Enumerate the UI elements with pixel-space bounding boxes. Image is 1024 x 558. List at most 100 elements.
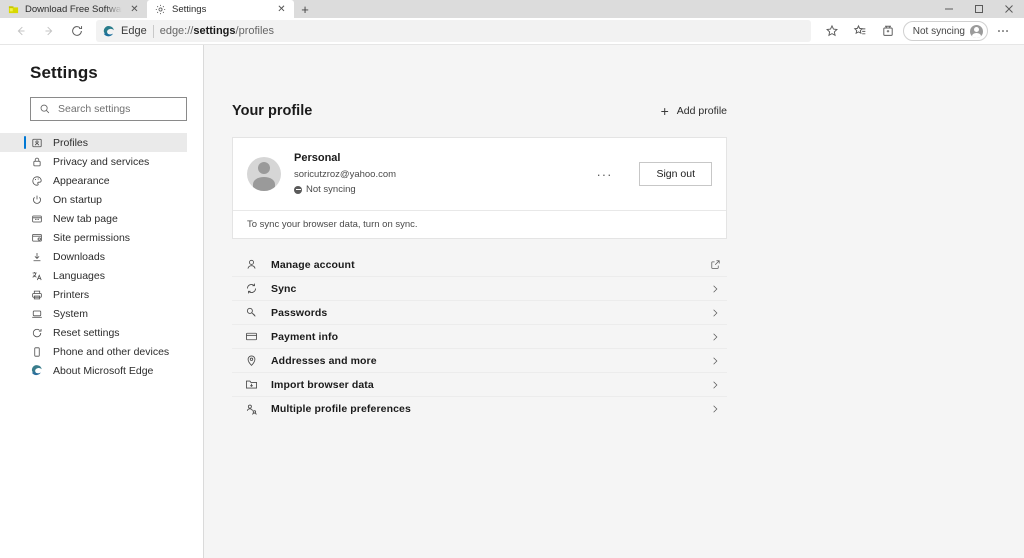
- sidebar-item-system[interactable]: System: [0, 304, 187, 323]
- add-profile-label: Add profile: [676, 105, 727, 117]
- url-host: settings: [193, 25, 236, 37]
- settings-page: Settings Search settings Profiles Privac…: [0, 45, 1024, 558]
- edge-label: Edge: [121, 25, 147, 37]
- sidebar-item-about-microsoft-edge[interactable]: About Microsoft Edge: [0, 361, 187, 380]
- palette-icon: [30, 174, 43, 187]
- sidebar-item-profiles[interactable]: Profiles: [0, 133, 187, 152]
- search-input[interactable]: Search settings: [30, 97, 187, 121]
- profile-card-icon: [30, 136, 43, 149]
- add-profile-button[interactable]: + Add profile: [661, 104, 727, 118]
- status-badge: Not syncing: [294, 182, 569, 197]
- profile-name: Personal: [294, 152, 341, 164]
- window-controls: [934, 0, 1024, 18]
- list-item-label: Passwords: [271, 306, 328, 319]
- search-placeholder: Search settings: [58, 103, 131, 115]
- sync-icon: [244, 282, 258, 296]
- star-icon[interactable]: [819, 20, 845, 42]
- close-icon[interactable]: ✕: [128, 3, 141, 16]
- content-header: Your profile + Add profile: [232, 103, 727, 119]
- chevron-right-icon: [707, 378, 723, 392]
- sidebar-item-reset-settings[interactable]: Reset settings: [0, 323, 187, 342]
- import-folder-icon: [244, 378, 258, 392]
- ellipsis-icon[interactable]: [990, 20, 1016, 42]
- sync-status-label: Not syncing: [306, 184, 356, 196]
- folder-icon: [8, 4, 19, 15]
- omnibox-divider: [152, 24, 154, 38]
- collections-icon[interactable]: [875, 20, 901, 42]
- person-icon: [244, 258, 258, 272]
- page-title: Settings: [30, 63, 98, 82]
- chevron-right-icon: [707, 330, 723, 344]
- sidebar-item-label: About Microsoft Edge: [53, 364, 154, 377]
- list-item-payment-info[interactable]: Payment info: [232, 325, 727, 350]
- sign-out-button[interactable]: Sign out: [639, 162, 712, 187]
- tab-strip: Download Free Software for Wi ✕ Settings…: [0, 0, 1024, 18]
- url-text: edge://settings/profiles: [160, 25, 274, 37]
- section-title: Your profile: [232, 103, 313, 119]
- profile-sync-pill[interactable]: Not syncing: [902, 21, 988, 41]
- sidebar-item-on-startup[interactable]: On startup: [0, 190, 187, 209]
- lock-icon: [30, 155, 43, 168]
- avatar: [247, 157, 281, 192]
- external-link-icon: [707, 258, 723, 272]
- close-button[interactable]: [994, 0, 1024, 18]
- list-item-label: Addresses and more: [271, 354, 377, 367]
- settings-sidebar: Settings Search settings Profiles Privac…: [0, 45, 204, 558]
- list-item-passwords[interactable]: Passwords: [232, 301, 727, 326]
- sidebar-item-printers[interactable]: Printers: [0, 285, 187, 304]
- minimize-button[interactable]: [934, 0, 964, 18]
- sidebar-item-label: Reset settings: [53, 326, 120, 339]
- sidebar-item-label: New tab page: [53, 212, 118, 225]
- list-item-sync[interactable]: Sync: [232, 277, 727, 302]
- sidebar-item-label: On startup: [53, 193, 103, 206]
- profile-card-body: Personal soricutzroz@yahoo.com Not synci…: [233, 138, 726, 210]
- list-item-multiple-profile-preferences[interactable]: Multiple profile preferences: [232, 397, 727, 421]
- avatar: [970, 24, 983, 38]
- list-item-addresses-and-more[interactable]: Addresses and more: [232, 349, 727, 374]
- site-permissions-icon: [30, 231, 43, 244]
- sidebar-item-label: Privacy and services: [53, 155, 150, 168]
- sidebar-item-label: Profiles: [53, 136, 89, 149]
- sidebar-item-downloads[interactable]: Downloads: [0, 247, 187, 266]
- edge-logo-icon: [30, 364, 43, 377]
- url-path: /profiles: [235, 25, 275, 37]
- back-arrow-icon[interactable]: [8, 20, 34, 42]
- sidebar-item-site-permissions[interactable]: Site permissions: [0, 228, 187, 247]
- chevron-right-icon: [707, 282, 723, 296]
- system-icon: [30, 307, 43, 320]
- sidebar-item-phone-and-other-devices[interactable]: Phone and other devices: [0, 342, 187, 361]
- forward-arrow-icon[interactable]: [36, 20, 62, 42]
- list-item-manage-account[interactable]: Manage account: [232, 253, 727, 278]
- tab-strip-drag-area: [316, 0, 934, 18]
- chevron-right-icon: [707, 354, 723, 368]
- refresh-icon[interactable]: [64, 20, 90, 42]
- sidebar-item-new-tab-page[interactable]: New tab page: [0, 209, 187, 228]
- sidebar-item-label: Site permissions: [53, 231, 131, 244]
- browser-tab-download-free-software[interactable]: Download Free Software for Wi ✕: [0, 0, 147, 18]
- printer-icon: [30, 288, 43, 301]
- download-icon: [30, 250, 43, 263]
- list-item-label: Manage account: [271, 258, 355, 271]
- plus-icon: +: [660, 103, 669, 119]
- list-item-import-browser-data[interactable]: Import browser data: [232, 373, 727, 398]
- close-icon[interactable]: ✕: [275, 3, 288, 16]
- sidebar-item-appearance[interactable]: Appearance: [0, 171, 187, 190]
- sidebar-item-languages[interactable]: Languages: [0, 266, 187, 285]
- profile-more-options-button[interactable]: ···: [582, 168, 626, 181]
- browser-toolbar: Edge edge://settings/profiles Not syncin…: [0, 18, 1024, 45]
- address-bar[interactable]: Edge edge://settings/profiles: [96, 20, 811, 42]
- new-tab-button[interactable]: +: [294, 0, 316, 18]
- maximize-button[interactable]: [964, 0, 994, 18]
- sync-hint-text: To sync your browser data, turn on sync.: [233, 210, 726, 238]
- chevron-right-icon: [707, 402, 723, 416]
- key-icon: [244, 306, 258, 320]
- chevron-right-icon: [707, 306, 723, 320]
- profile-pill-label: Not syncing: [912, 25, 965, 37]
- edge-logo-icon: [102, 25, 115, 38]
- favorites-star-list-icon[interactable]: [847, 20, 873, 42]
- browser-window: Download Free Software for Wi ✕ Settings…: [0, 0, 1024, 558]
- list-item-label: Import browser data: [271, 378, 374, 391]
- sidebar-item-label: Phone and other devices: [53, 345, 170, 358]
- sidebar-item-privacy-and-services[interactable]: Privacy and services: [0, 152, 187, 171]
- browser-tab-settings[interactable]: Settings ✕: [147, 0, 294, 18]
